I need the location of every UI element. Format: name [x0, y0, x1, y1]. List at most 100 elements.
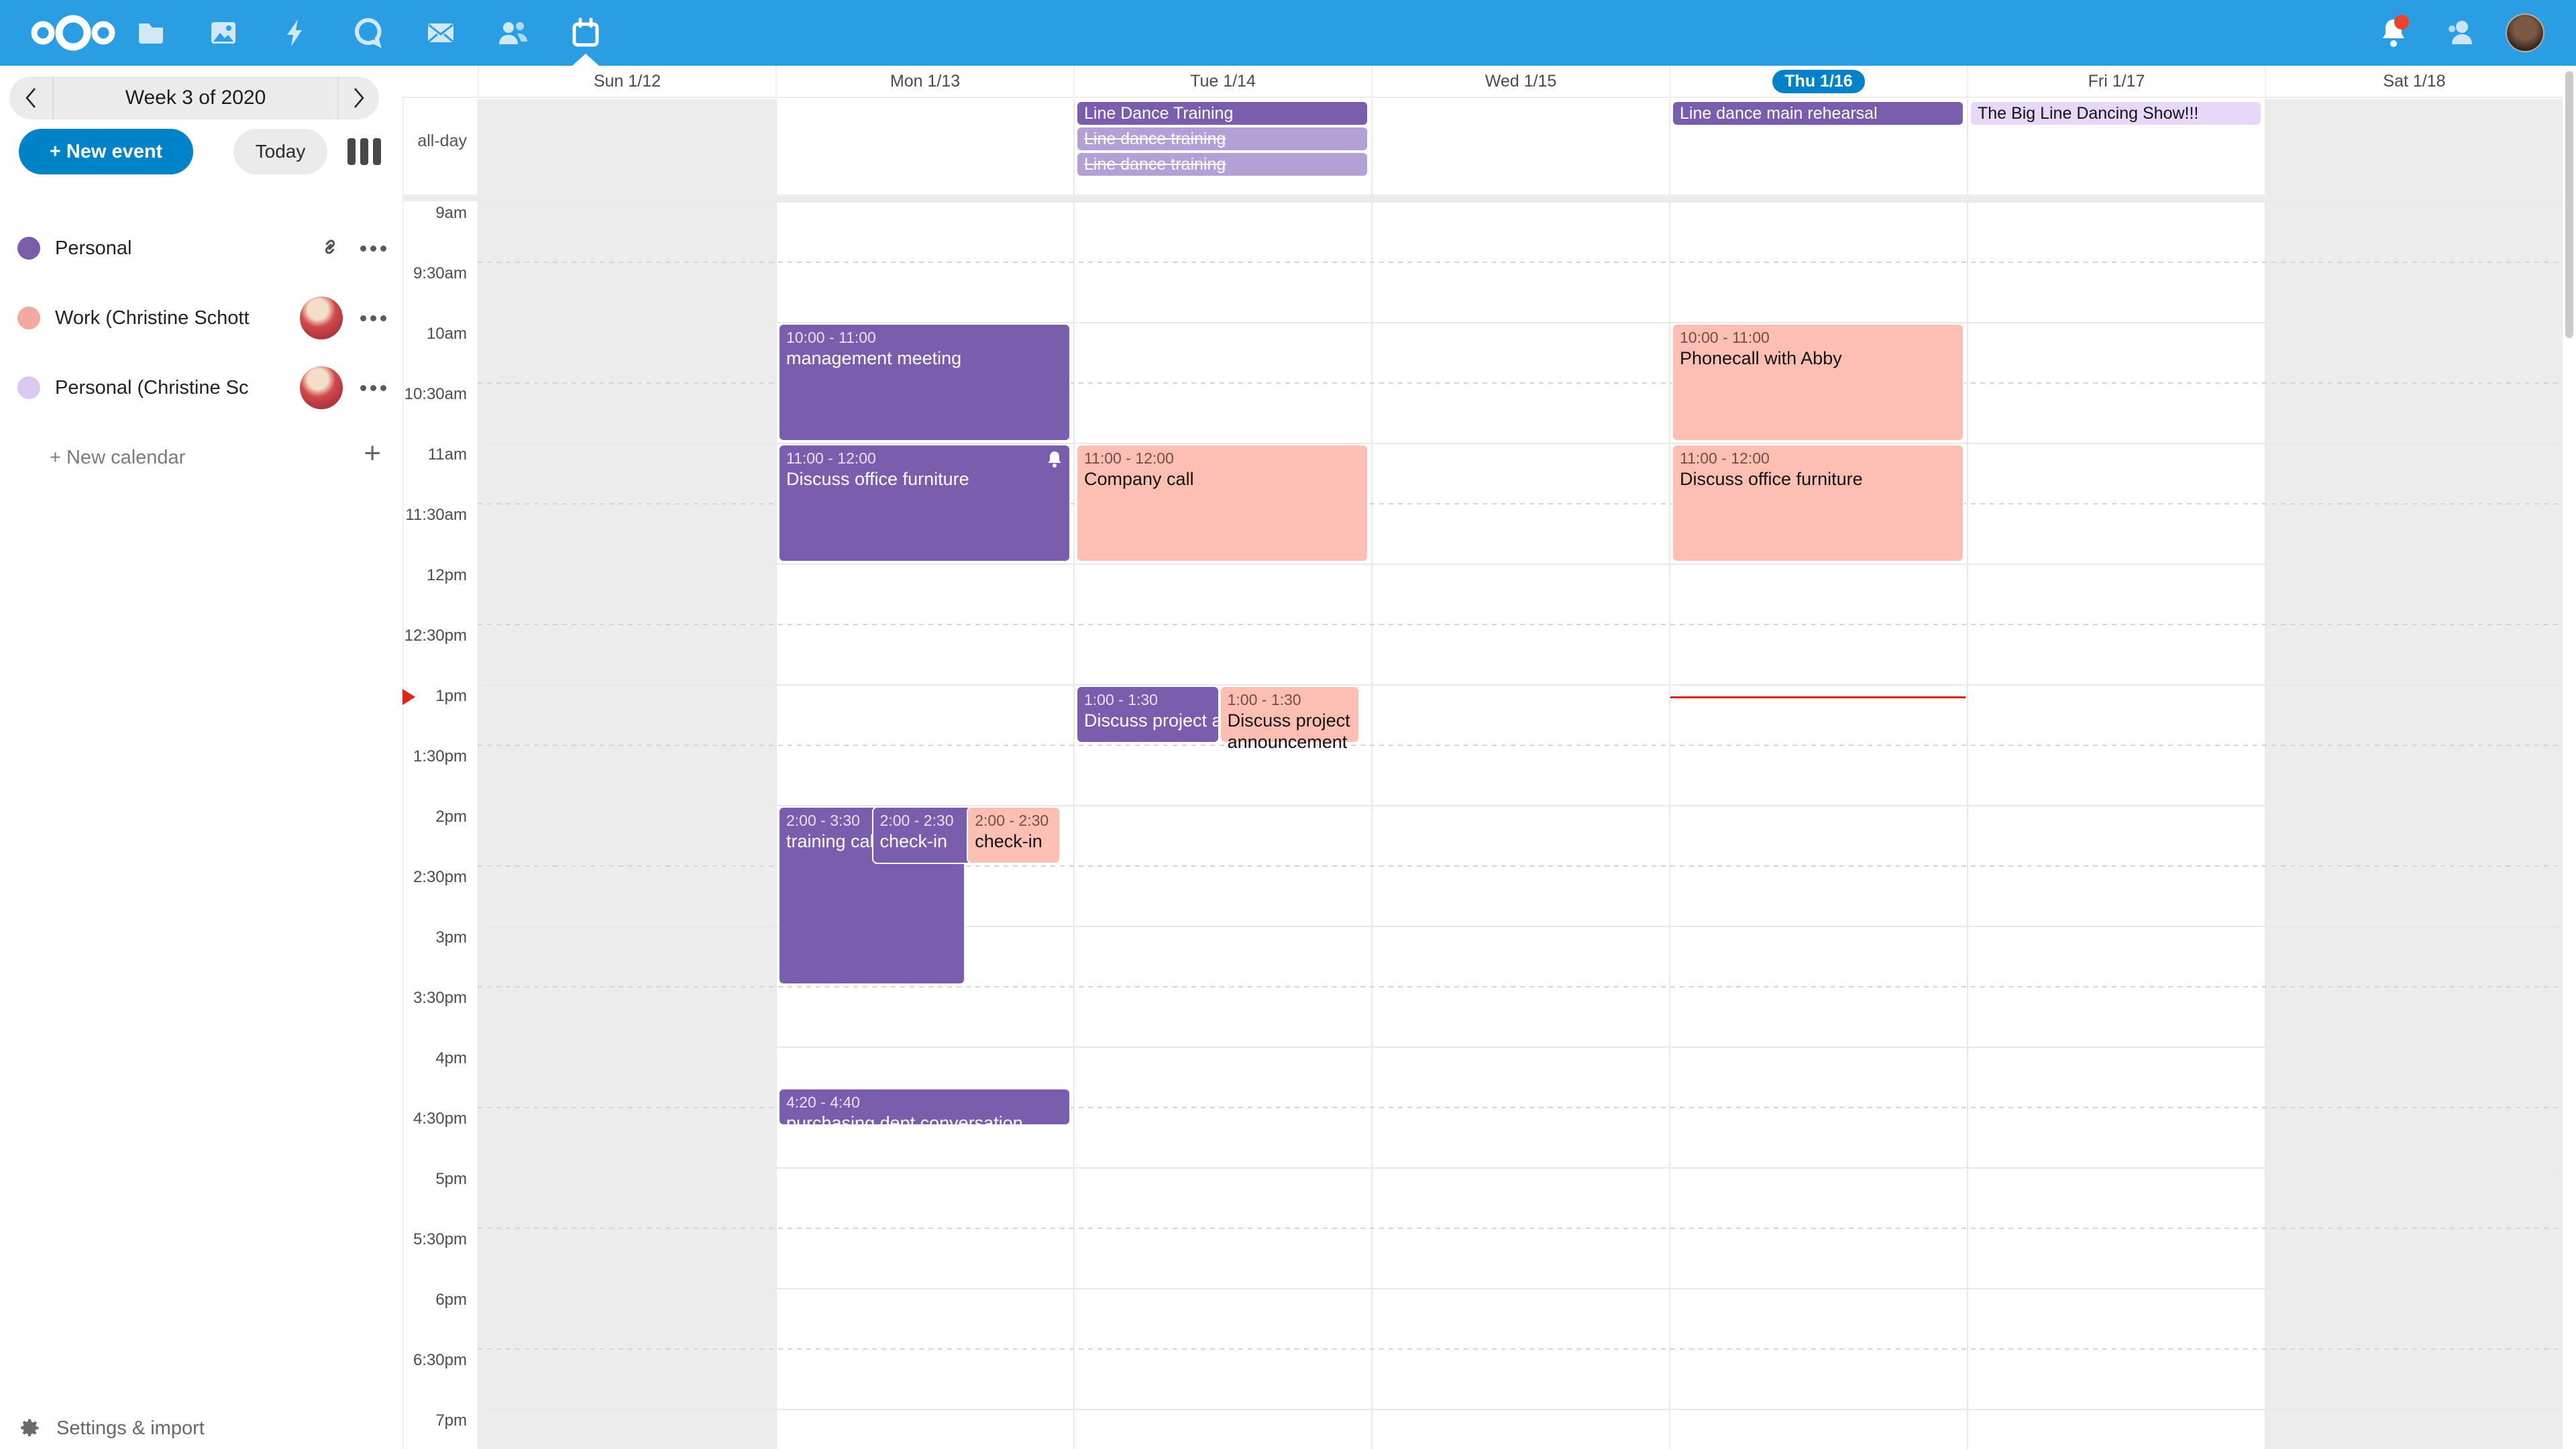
event-title: Company call — [1084, 468, 1360, 490]
calendar-menu-icon[interactable] — [360, 315, 386, 321]
time-label: 12pm — [402, 566, 467, 585]
grid-halfhour-line — [478, 1228, 2563, 1229]
calendar-menu-icon[interactable] — [360, 246, 386, 252]
time-label: 6:30pm — [402, 1351, 467, 1370]
view-switcher-icon[interactable] — [347, 138, 381, 165]
grid-line — [775, 99, 777, 1449]
gear-icon — [17, 1416, 42, 1440]
new-calendar-button[interactable]: + New calendar — [50, 437, 318, 478]
all-day-event[interactable]: Line dance training — [1077, 153, 1367, 176]
event-title: Discuss office furniture — [786, 468, 1063, 490]
grid-halfhour-line — [478, 745, 2563, 746]
event-time: 11:00 - 12:00 — [1680, 448, 1956, 468]
event[interactable]: 4:20 - 4:40purchasing dept conversation — [778, 1088, 1071, 1126]
day-header-thu: Thu 1/16 — [1669, 66, 1967, 97]
new-event-button[interactable]: + New event — [19, 129, 193, 174]
grid-line — [478, 99, 479, 1449]
event-time: 11:00 - 12:00 — [1084, 448, 1360, 468]
weekend-shade — [2265, 99, 2563, 1449]
grid-halfhour-line — [478, 624, 2563, 625]
event-time: 4:20 - 4:40 — [786, 1092, 1063, 1112]
shared-by-avatar — [300, 297, 343, 339]
grid-line — [478, 1167, 2563, 1169]
time-label: 9am — [402, 204, 467, 223]
day-header-wed: Wed 1/15 — [1371, 66, 1669, 97]
grid-line — [478, 684, 2563, 686]
event[interactable]: 1:00 - 1:30Discuss project announcement — [1076, 686, 1220, 743]
talk-app-icon[interactable] — [332, 0, 405, 66]
time-label: 4pm — [402, 1049, 467, 1068]
event[interactable]: 10:00 - 11:00Phonecall with Abby — [1672, 323, 1964, 441]
calendar-item-personal-christine[interactable]: Personal (Christine Scho… — [0, 361, 402, 415]
event[interactable]: 11:00 - 12:00Company call — [1076, 444, 1368, 562]
all-day-label: all-day — [402, 131, 467, 151]
photos-app-icon[interactable] — [187, 0, 260, 66]
time-label: 10:30am — [402, 385, 467, 404]
grid-line — [1073, 99, 1075, 1449]
calendar-color-dot — [17, 237, 40, 260]
event[interactable]: 10:00 - 11:00management meeting — [778, 323, 1071, 441]
scrollbar-thumb[interactable] — [2565, 71, 2573, 338]
event[interactable]: 11:00 - 12:00Discuss office furniture — [1672, 444, 1964, 562]
today-button[interactable]: Today — [233, 129, 327, 174]
grid-line — [478, 1288, 2563, 1289]
settings-label: Settings & import — [56, 1417, 205, 1440]
time-label: 11:30am — [402, 506, 467, 525]
new-calendar-label: + New calendar — [50, 447, 185, 469]
event-time: 10:00 - 11:00 — [786, 327, 1063, 347]
files-app-icon[interactable] — [115, 0, 187, 66]
event-time: 10:00 - 11:00 — [1680, 327, 1956, 347]
calendar-menu-icon[interactable] — [360, 385, 386, 391]
all-day-event[interactable]: Line dance training — [1077, 127, 1367, 150]
time-label: 6pm — [402, 1291, 467, 1309]
nextcloud-logo[interactable] — [30, 11, 117, 54]
all-day-event[interactable]: Line dance main rehearsal — [1673, 102, 1963, 125]
calendar-name: Personal — [55, 237, 131, 260]
current-time-arrow-icon — [402, 689, 415, 705]
contacts-app-icon[interactable] — [477, 0, 549, 66]
app-window: Week 3 of 2020 + New event Today Persona… — [0, 0, 2576, 1449]
grid-line — [1371, 99, 1373, 1449]
grid-halfhour-line — [478, 262, 2563, 263]
share-link-icon[interactable] — [317, 234, 343, 263]
week-label[interactable]: Week 3 of 2020 — [54, 76, 337, 119]
event[interactable]: 2:00 - 2:30check-in — [967, 806, 1061, 864]
calendar-item-personal[interactable]: Personal — [0, 221, 402, 275]
calendar-name: Work (Christine Schott) — [55, 307, 250, 329]
time-label: 10am — [402, 325, 467, 343]
event[interactable]: 11:00 - 12:00Discuss office furniture — [778, 444, 1071, 562]
notification-badge — [2394, 15, 2409, 30]
reminder-bell-icon — [1046, 451, 1063, 472]
weekend-shade — [478, 99, 775, 1449]
time-label: 5pm — [402, 1170, 467, 1189]
next-week-button[interactable] — [337, 76, 379, 119]
all-day-event[interactable]: Line Dance Training — [1077, 102, 1367, 125]
time-label: 7pm — [402, 1411, 467, 1430]
calendar-item-work-christine[interactable]: Work (Christine Schott) — [0, 291, 402, 345]
time-label: 3:30pm — [402, 989, 467, 1008]
grid-line — [478, 1046, 2563, 1048]
previous-week-button[interactable] — [9, 76, 54, 119]
today-header-pill[interactable]: Thu 1/16 — [1772, 70, 1864, 93]
plus-icon[interactable]: + — [364, 440, 381, 467]
event-title: check-in — [975, 830, 1053, 852]
all-day-event[interactable]: The Big Line Dancing Show!!! — [1971, 102, 2261, 125]
activity-app-icon[interactable] — [260, 0, 332, 66]
calendar-color-dot — [17, 307, 40, 329]
grid-line — [478, 1409, 2563, 1410]
event-title: Discuss project announcement — [1084, 710, 1212, 731]
topbar — [0, 0, 2576, 66]
header-divider — [402, 97, 2576, 98]
grid-halfhour-line — [478, 986, 2563, 987]
grid-line — [478, 564, 2563, 565]
calendar-app-icon[interactable] — [549, 0, 622, 66]
time-label: 1:30pm — [402, 747, 467, 766]
time-label: 11am — [402, 445, 467, 464]
event[interactable]: 1:00 - 1:30Discuss project announcement — [1220, 686, 1360, 743]
mail-app-icon[interactable] — [405, 0, 477, 66]
user-avatar[interactable] — [2506, 13, 2544, 52]
contacts-menu-icon[interactable] — [2436, 0, 2483, 66]
notifications-icon[interactable] — [2370, 0, 2417, 66]
time-label: 2pm — [402, 808, 467, 826]
settings-import-button[interactable]: Settings & import — [0, 1407, 402, 1449]
